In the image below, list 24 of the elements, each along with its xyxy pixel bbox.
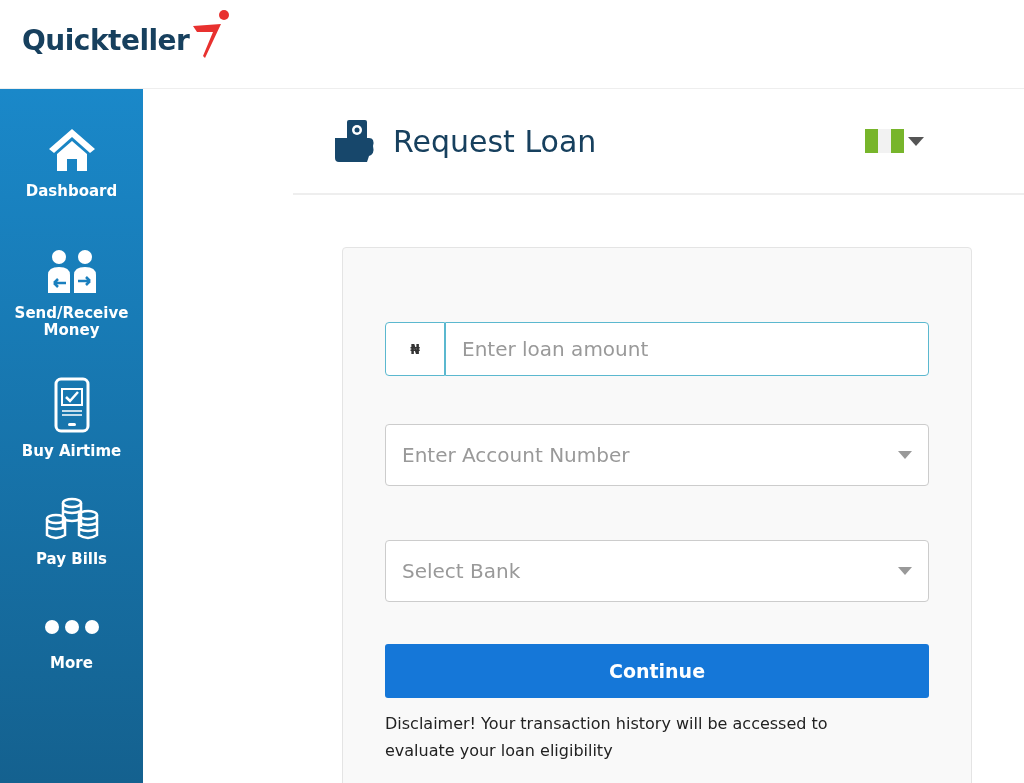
logo-text: Quickteller (22, 24, 190, 57)
nav-item[interactable]: Dashboard (4, 127, 139, 249)
people-icon (45, 249, 98, 295)
caret-icon (908, 136, 924, 146)
logo-mark-icon (191, 8, 232, 60)
nav-item[interactable]: Pay Bills (4, 497, 139, 619)
currency-addon: ₦ (385, 322, 445, 376)
country-selector[interactable] (865, 129, 924, 153)
nav-item[interactable]: Send/Receive Money (4, 249, 139, 377)
nav-item[interactable]: More (4, 619, 139, 672)
cash-hand-icon (333, 118, 375, 164)
amount-field[interactable]: Enter loan amount (445, 322, 929, 376)
more-icon (43, 619, 100, 635)
continue-button[interactable]: Continue (385, 644, 929, 698)
page-title: Request Loan (393, 123, 597, 159)
flag-icon (865, 129, 904, 153)
phone-icon (53, 377, 90, 433)
select-field[interactable]: Select Bank (385, 540, 929, 602)
caret-icon (898, 567, 912, 575)
nav-item[interactable]: Buy Airtime (4, 377, 139, 497)
caret-icon (898, 451, 912, 459)
select-field[interactable]: Enter Account Number (385, 424, 929, 486)
disclaimer-text: Disclaimer! Your transaction history will be accessed to evaluate your loan eligibility (385, 713, 829, 762)
coins-icon (43, 497, 100, 541)
